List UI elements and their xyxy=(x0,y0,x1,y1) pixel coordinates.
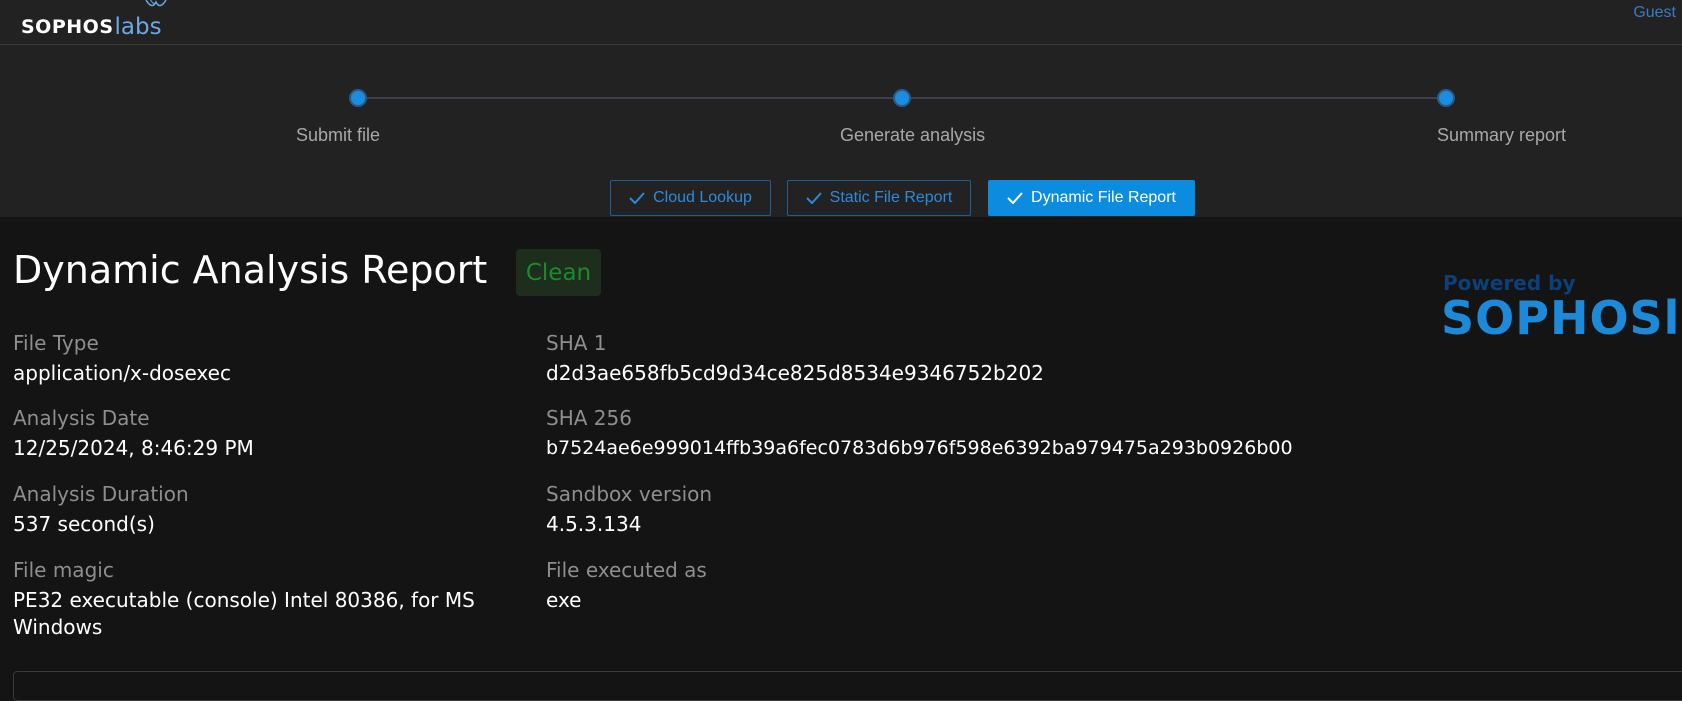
sophoslabs-logo[interactable]: SOPHOS labs xyxy=(21,0,167,40)
file-type-label: File Type xyxy=(13,331,99,355)
page-title: Dynamic Analysis Report xyxy=(13,248,488,292)
file-type-value: application/x-dosexec xyxy=(13,361,231,385)
step-label-submit: Submit file xyxy=(296,125,381,145)
step-connector xyxy=(358,97,898,99)
step-connector xyxy=(898,97,1440,99)
tab-dynamic-file-report[interactable]: Dynamic File Report xyxy=(988,180,1195,216)
executed-as-value: exe xyxy=(546,588,582,612)
step-label-generate: Generate analysis xyxy=(840,125,986,145)
sha1-value: d2d3ae658fb5cd9d34ce825d8534e9346752b202 xyxy=(546,361,1044,385)
details-panel xyxy=(13,671,1682,701)
tab-label: Dynamic File Report xyxy=(1031,189,1176,206)
step-dot-generate xyxy=(893,89,911,107)
powered-brand: SOPHOSlabs xyxy=(1441,291,1682,345)
step-label-summary: Summary report xyxy=(1437,125,1567,145)
tab-label: Static File Report xyxy=(829,189,953,206)
sandbox-version-value: 4.5.3.134 xyxy=(546,512,642,536)
executed-as-label: File executed as xyxy=(546,558,707,582)
logo-tree-icon xyxy=(145,0,167,7)
powered-by-sophoslabs-logo: Powered by SOPHOSlabs xyxy=(1441,271,1682,349)
sha1-label: SHA 1 xyxy=(546,331,607,355)
sha256-label: SHA 256 xyxy=(546,406,632,430)
user-menu[interactable]: Guest xyxy=(1633,4,1676,22)
sha256-value: b7524ae6e999014ffb39a6fec0783d6b976f598e… xyxy=(546,437,1293,459)
check-icon xyxy=(805,192,822,204)
analysis-duration-label: Analysis Duration xyxy=(13,482,189,506)
logo-accent: labs xyxy=(114,14,162,40)
step-dot-submit xyxy=(349,89,367,107)
file-magic-value: PE32 executable (console) Intel 80386, f… xyxy=(13,588,475,639)
tab-static-file-report[interactable]: Static File Report xyxy=(787,180,971,216)
verdict-badge: Clean xyxy=(516,249,601,296)
top-bar: SOPHOS labs Guest xyxy=(0,0,1682,45)
tab-label: Cloud Lookup xyxy=(653,189,752,206)
analysis-date-value: 12/25/2024, 8:46:29 PM xyxy=(13,436,254,460)
check-icon xyxy=(1007,192,1023,204)
file-magic-label: File magic xyxy=(13,558,114,582)
analysis-duration-value: 537 second(s) xyxy=(13,512,155,536)
tab-cloud-lookup[interactable]: Cloud Lookup xyxy=(610,180,771,216)
logo-wordmark: SOPHOS xyxy=(21,16,114,38)
step-dot-summary xyxy=(1437,89,1455,107)
check-icon xyxy=(629,192,645,204)
sandbox-version-label: Sandbox version xyxy=(546,482,713,506)
analysis-date-label: Analysis Date xyxy=(13,406,150,430)
